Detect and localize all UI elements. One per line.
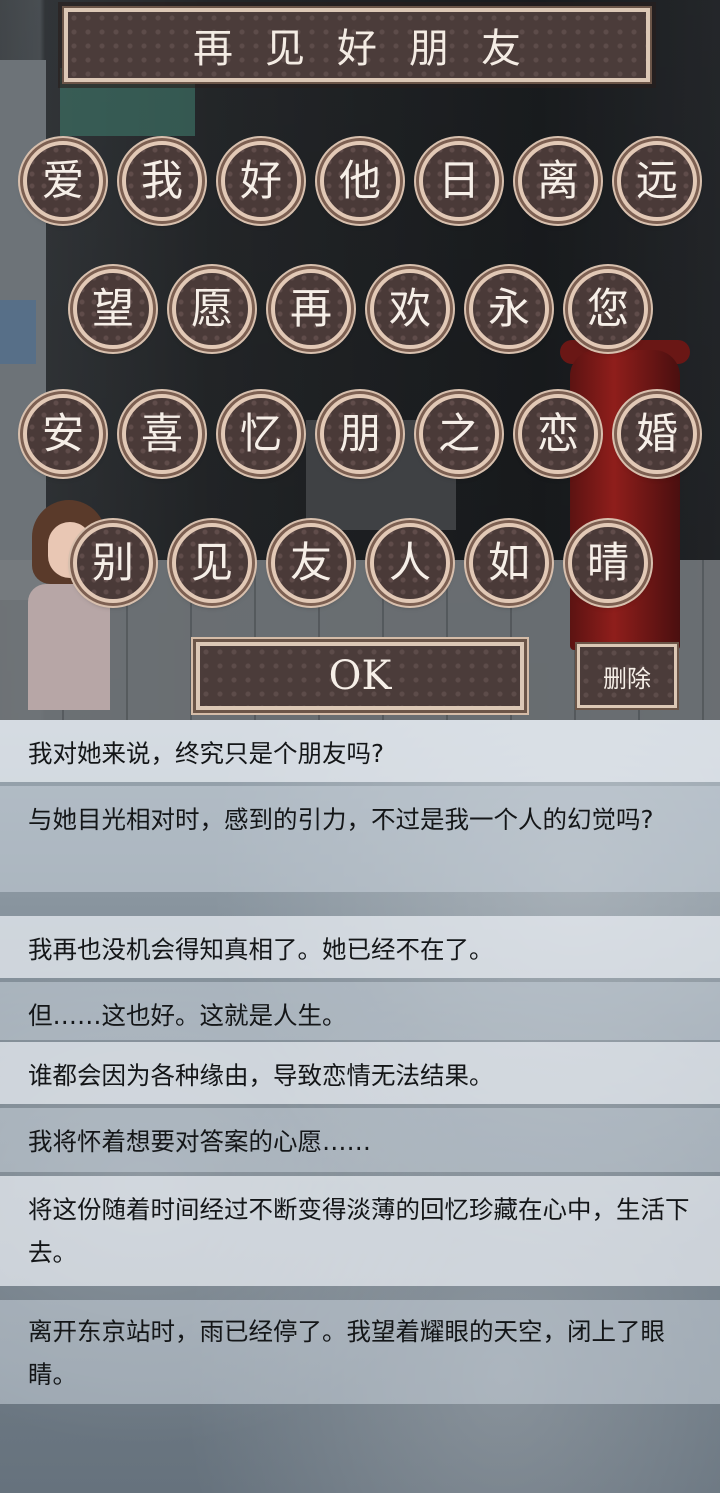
game-scene: 再见好朋友 爱 我 好 他 日 离 远 望 愿 再 欢 永 您 安 喜 忆 朋 …	[0, 0, 720, 720]
char-button[interactable]: 好	[221, 141, 301, 221]
char-button[interactable]: 再	[271, 269, 351, 349]
background-sign	[0, 300, 36, 364]
char-button[interactable]: 忆	[221, 394, 301, 474]
log-entry: 我将怀着想要对答案的心愿……	[0, 1108, 720, 1172]
log-entry: 与她目光相对时，感到的引力，不过是我一个人的幻觉吗?	[0, 786, 720, 892]
ok-button[interactable]: OK	[196, 642, 524, 710]
answer-text: 再见好朋友	[193, 26, 553, 72]
log-entry: 离开东京站时，雨已经停了。我望着耀眼的天空，闭上了眼睛。	[0, 1300, 720, 1404]
char-button[interactable]: 安	[23, 394, 103, 474]
delete-button[interactable]: 删除	[577, 644, 677, 708]
char-button[interactable]: 望	[73, 269, 153, 349]
log-entry: 我再也没机会得知真相了。她已经不在了。	[0, 916, 720, 978]
log-entry: 但……这也好。这就是人生。	[0, 982, 720, 1040]
char-button[interactable]: 您	[568, 269, 648, 349]
log-entry: 将这份随着时间经过不断变得淡薄的回忆珍藏在心中，生活下去。	[0, 1176, 720, 1286]
char-button[interactable]: 永	[469, 269, 549, 349]
char-button[interactable]: 日	[419, 141, 499, 221]
char-button[interactable]: 我	[122, 141, 202, 221]
char-button[interactable]: 欢	[370, 269, 450, 349]
log-entry: 我对她来说，终究只是个朋友吗?	[0, 720, 720, 782]
char-button[interactable]: 愿	[172, 269, 252, 349]
answer-banner: 再见好朋友	[62, 6, 652, 84]
char-button[interactable]: 他	[320, 141, 400, 221]
char-button[interactable]: 之	[419, 394, 499, 474]
char-button[interactable]: 如	[469, 523, 549, 603]
char-button[interactable]: 远	[617, 141, 697, 221]
char-button[interactable]: 别	[73, 523, 153, 603]
char-button[interactable]: 友	[271, 523, 351, 603]
char-button[interactable]: 见	[172, 523, 252, 603]
char-button[interactable]: 朋	[320, 394, 400, 474]
log-entry: 谁都会因为各种缘由，导致恋情无法结果。	[0, 1042, 720, 1104]
char-button[interactable]: 恋	[518, 394, 598, 474]
char-button[interactable]: 离	[518, 141, 598, 221]
char-button[interactable]: 人	[370, 523, 450, 603]
message-log[interactable]: 我对她来说，终究只是个朋友吗? 与她目光相对时，感到的引力，不过是我一个人的幻觉…	[0, 720, 720, 1493]
char-button[interactable]: 喜	[122, 394, 202, 474]
char-button[interactable]: 爱	[23, 141, 103, 221]
char-button[interactable]: 婚	[617, 394, 697, 474]
char-button[interactable]: 晴	[568, 523, 648, 603]
